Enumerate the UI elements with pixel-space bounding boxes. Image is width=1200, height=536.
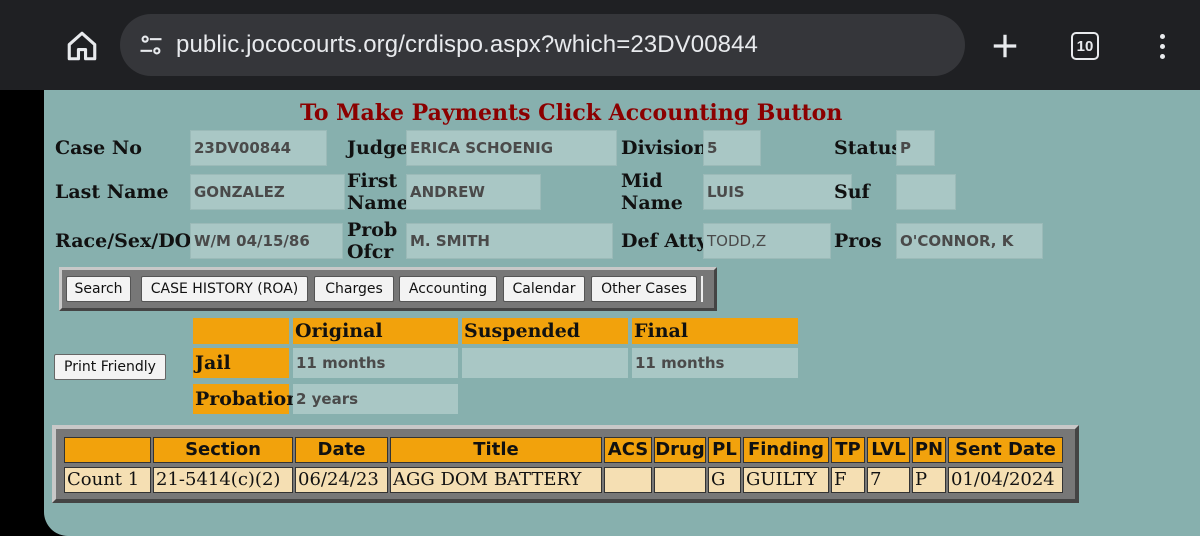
suf-field (896, 174, 956, 210)
prob-ofcr-label-2: Ofcr (347, 241, 394, 263)
last-name-label: Last Name (55, 181, 169, 203)
judge-label: Judge (347, 137, 409, 159)
charge-count: Count 1 (64, 467, 151, 493)
nav-button-bar: Search CASE HISTORY (ROA) Charges Accoun… (59, 267, 717, 311)
first-name-label-2: Name (347, 192, 409, 214)
sentence-header-original: Original (293, 318, 458, 344)
charges-header-section: Section (153, 437, 293, 463)
charges-header-drug: Drug (654, 437, 706, 463)
suf-label: Suf (834, 181, 870, 203)
sentence-header-blank (193, 318, 289, 344)
charges-header-count (64, 437, 151, 463)
calendar-button[interactable]: Calendar (503, 276, 585, 302)
charge-lvl: 7 (867, 467, 910, 493)
site-settings-icon[interactable] (126, 14, 176, 76)
mid-name-label-2: Name (621, 192, 683, 214)
more-vert-icon[interactable] (1148, 26, 1176, 66)
race-sex-dob-field: W/M 04/15/86 (190, 223, 343, 259)
home-icon[interactable] (58, 22, 106, 70)
race-sex-dob-label: Race/Sex/DOB (55, 230, 208, 252)
charges-header-pl: PL (708, 437, 741, 463)
charge-tp: F (831, 467, 865, 493)
tab-switcher-icon[interactable]: 10 (1071, 32, 1099, 60)
charge-sent-date: 01/04/2024 (948, 467, 1063, 493)
url-text[interactable]: public.jococourts.org/crdispo.aspx?which… (176, 31, 758, 59)
charges-header-title: Title (390, 437, 602, 463)
probation-label: Probation (193, 384, 300, 414)
first-name-field: ANDREW (406, 174, 541, 210)
charges-header-date: Date (295, 437, 388, 463)
charge-section: 21-5414(c)(2) (153, 467, 293, 493)
charges-header-acs: ACS (604, 437, 652, 463)
charge-date: 06/24/23 (295, 467, 388, 493)
charges-header-pn: PN (912, 437, 946, 463)
charges-header-finding: Finding (743, 437, 829, 463)
status-label: Status (834, 137, 903, 159)
def-atty-field: TODD,Z (703, 223, 831, 259)
division-label: Division (621, 137, 708, 159)
plus-icon[interactable] (985, 22, 1025, 70)
prob-ofcr-label-1: Prob (347, 219, 398, 241)
mid-name-label-1: Mid (621, 170, 663, 192)
pros-field: O'CONNOR, K (896, 223, 1043, 259)
button-bar-divider (701, 276, 703, 302)
case-no-label: Case No (55, 137, 142, 159)
pros-label: Pros (834, 230, 882, 252)
other-cases-button[interactable]: Other Cases (591, 276, 697, 302)
charges-button[interactable]: Charges (314, 276, 394, 302)
browser-toolbar: public.jococourts.org/crdispo.aspx?which… (0, 0, 1200, 90)
first-name-label-1: First (347, 170, 398, 192)
print-friendly-button[interactable]: Print Friendly (54, 354, 166, 380)
case-no-field: 23DV00844 (190, 130, 327, 166)
charge-drug (654, 467, 706, 493)
charges-table: Section Date Title ACS Drug PL Finding T… (52, 425, 1079, 503)
charges-header-lvl: LVL (867, 437, 910, 463)
sentence-header-final: Final (632, 318, 798, 344)
charge-pn: P (912, 467, 946, 493)
jail-time-suspended (462, 348, 628, 378)
prob-ofcr-field: M. SMITH (406, 223, 613, 259)
division-field: 5 (703, 130, 761, 166)
charge-finding: GUILTY (743, 467, 829, 493)
payment-banner: To Make Payments Click Accounting Button (300, 100, 843, 126)
probation-original: 2 years (293, 384, 458, 414)
accounting-button[interactable]: Accounting (399, 276, 497, 302)
charge-title: AGG DOM BATTERY (390, 467, 602, 493)
search-button[interactable]: Search (66, 276, 131, 302)
last-name-field: GONZALEZ (190, 174, 345, 210)
charges-header-tp: TP (831, 437, 865, 463)
jail-time-label: Jail Time (193, 348, 289, 404)
charge-acs (604, 467, 652, 493)
case-disposition-page: To Make Payments Click Accounting Button… (44, 90, 1200, 536)
sentence-header-suspended: Suspended (462, 318, 628, 344)
status-field: P (896, 130, 935, 166)
charges-header-sent-date: Sent Date (948, 437, 1063, 463)
def-atty-label: Def Atty (621, 230, 708, 252)
mid-name-field: LUIS (703, 174, 852, 210)
address-bar[interactable]: public.jococourts.org/crdispo.aspx?which… (120, 14, 965, 76)
jail-time-original: 11 months (293, 348, 458, 378)
charge-pl: G (708, 467, 741, 493)
judge-field: ERICA SCHOENIG (406, 130, 617, 166)
case-history-button[interactable]: CASE HISTORY (ROA) (141, 276, 308, 302)
jail-time-final: 11 months (632, 348, 798, 378)
